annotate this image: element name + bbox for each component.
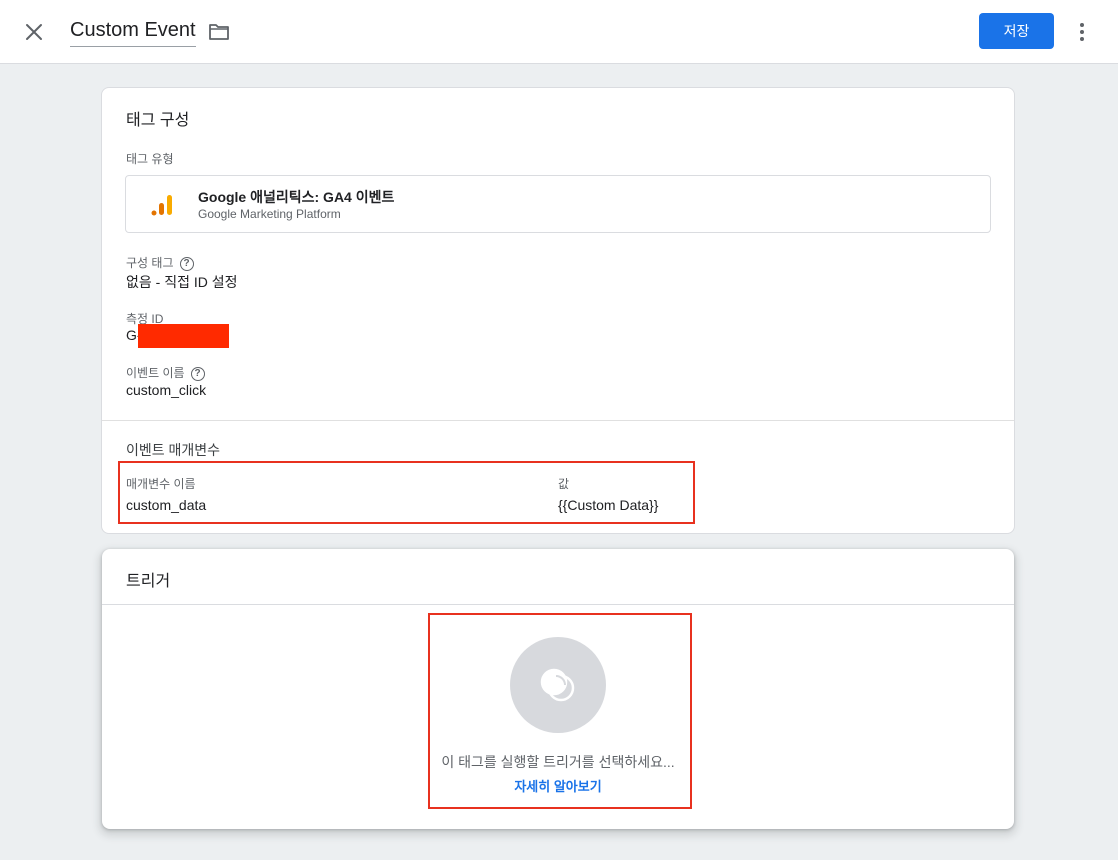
tag-type-label: 태그 유형 — [126, 152, 174, 166]
config-tag-value: 없음 - 직접 ID 설정 — [126, 274, 238, 290]
event-name-label: 이벤트 이름? — [126, 364, 205, 381]
config-tag-label-text: 구성 태그 — [126, 256, 174, 270]
trigger-icon — [540, 668, 575, 702]
more-vert-icon[interactable] — [1070, 20, 1094, 44]
event-params-title: 이벤트 매개변수 — [126, 442, 221, 458]
trigger-prompt: 이 태그를 실행할 트리거를 선택하세요... — [441, 754, 675, 770]
tag-configuration-card[interactable]: 태그 구성 태그 유형 Google 애널리틱스: GA4 이벤트 Google… — [101, 87, 1015, 534]
add-trigger-button[interactable] — [510, 637, 606, 733]
param-name-cell: custom_data — [126, 497, 207, 513]
param-name-header: 매개변수 이름 — [126, 477, 196, 491]
trigger-title: 트리거 — [126, 573, 171, 590]
param-value-cell: {{Custom Data}} — [558, 497, 659, 513]
tag-config-title: 태그 구성 — [126, 112, 190, 129]
save-button[interactable]: 저장 — [979, 13, 1054, 49]
config-tag-label: 구성 태그? — [126, 254, 194, 271]
triggering-card[interactable]: 트리거 이 태그를 실행할 트리거를 선택하세요... 자세히 알아보기 — [102, 549, 1014, 829]
learn-more-link[interactable]: 자세히 알아보기 — [102, 776, 1014, 795]
tag-type-name: Google 애널리틱스: GA4 이벤트 — [198, 189, 395, 205]
tag-type-platform: Google Marketing Platform — [198, 207, 341, 221]
event-name-value: custom_click — [126, 382, 207, 398]
event-name-label-text: 이벤트 이름 — [126, 366, 185, 380]
close-icon[interactable] — [20, 18, 48, 46]
top-bar: Custom Event 저장 — [0, 0, 1118, 64]
tag-type-selector[interactable]: Google 애널리틱스: GA4 이벤트 Google Marketing P… — [125, 175, 991, 233]
divider — [102, 420, 1014, 421]
redaction-block — [138, 324, 229, 348]
folder-icon[interactable] — [208, 22, 230, 42]
params-highlight — [118, 461, 695, 524]
help-icon[interactable]: ? — [179, 256, 194, 271]
tag-name-field[interactable]: Custom Event — [70, 19, 196, 47]
google-analytics-icon — [150, 193, 174, 217]
help-icon[interactable]: ? — [190, 366, 205, 381]
param-value-header: 값 — [558, 477, 570, 491]
divider — [102, 604, 1014, 605]
